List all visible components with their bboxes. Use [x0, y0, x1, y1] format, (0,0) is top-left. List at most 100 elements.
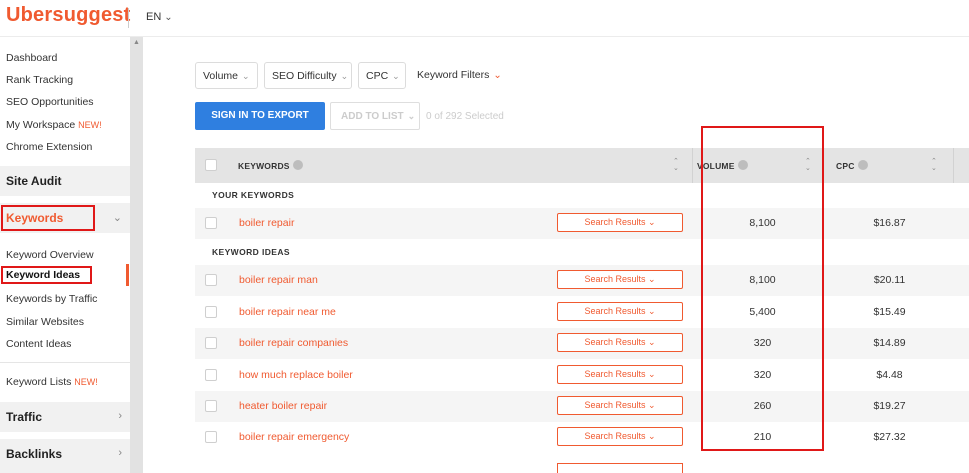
- chevron-down-icon: ⌄: [112, 212, 122, 224]
- keyword-link[interactable]: heater boiler repair: [239, 400, 327, 412]
- help-icon[interactable]: [292, 160, 303, 170]
- cpc-value: $19.27: [873, 400, 906, 412]
- cpc-value: $27.32: [873, 431, 906, 443]
- sort-keywords-icon[interactable]: ⌃ ⌄: [673, 158, 679, 172]
- chevron-down-icon: ⌄: [648, 400, 656, 410]
- sidebar-item-my-workspace[interactable]: My Workspace NEW!: [6, 119, 102, 131]
- divider: [0, 362, 130, 363]
- chevron-down-icon: ⌄: [242, 71, 250, 81]
- sidebar-item-seo-opportunities[interactable]: SEO Opportunities: [6, 96, 94, 108]
- search-results-button[interactable]: Search Results ⌄: [557, 396, 683, 415]
- row-checkbox[interactable]: [205, 337, 217, 349]
- row-checkbox[interactable]: [205, 274, 217, 286]
- sidebar-section-backlinks[interactable]: Backlinks ›: [0, 439, 130, 473]
- help-icon[interactable]: [857, 160, 868, 170]
- keyword-link[interactable]: boiler repair companies: [239, 337, 348, 349]
- search-results-button[interactable]: Search Results ⌄: [557, 427, 683, 446]
- search-results-label: Search Results: [584, 274, 646, 284]
- sidebar-item-dashboard[interactable]: Dashboard: [6, 52, 57, 64]
- chevron-down-icon: ⌄: [648, 274, 656, 284]
- sidebar-section-site-audit[interactable]: Site Audit: [0, 166, 130, 196]
- sign-in-to-export-button[interactable]: SIGN IN TO EXPORT: [195, 102, 325, 130]
- sidebar-section-traffic[interactable]: Traffic ›: [0, 402, 130, 432]
- column-label: KEYWORDS: [238, 161, 290, 171]
- add-to-list-button[interactable]: ADD TO LIST ⌄: [330, 102, 420, 130]
- row-checkbox[interactable]: [205, 431, 217, 443]
- keyword-link[interactable]: how much replace boiler: [239, 369, 353, 381]
- keyword-link[interactable]: boiler repair: [239, 217, 294, 229]
- highlight-keyword-ideas-box: [1, 266, 92, 284]
- sidebar-item-keyword-overview[interactable]: Keyword Overview: [6, 249, 94, 261]
- cpc-value: $20.11: [873, 274, 906, 286]
- logo[interactable]: Ubersuggest: [6, 4, 130, 27]
- sidebar-item-label: Dashboard: [6, 52, 58, 64]
- row-checkbox[interactable]: [205, 217, 217, 229]
- keywords-column-header[interactable]: KEYWORDS: [238, 160, 303, 171]
- table-row: heater boiler repair Search Results ⌄ 26…: [195, 391, 969, 422]
- table-row: boiler repair Search Results ⌄ 8,100 $16…: [195, 208, 969, 239]
- keyword-filters-dropdown[interactable]: Keyword Filters ⌄: [417, 69, 502, 81]
- sidebar-item-keywords-by-traffic[interactable]: Keywords by Traffic: [6, 293, 97, 305]
- language-label: EN: [146, 11, 162, 23]
- table-row: boiler repair man Search Results ⌄ 8,100…: [195, 265, 969, 296]
- section-label: Backlinks: [6, 447, 63, 461]
- search-results-label: Search Results: [584, 400, 646, 410]
- column-divider: [692, 148, 693, 183]
- search-results-label: Search Results: [584, 369, 646, 379]
- filter-label: CPC: [366, 70, 389, 82]
- group-label: YOUR KEYWORDS: [212, 190, 295, 200]
- cpc-value: $14.89: [873, 337, 906, 349]
- sidebar-item-label: Rank Tracking: [6, 74, 74, 86]
- row-checkbox[interactable]: [205, 369, 217, 381]
- table-header: KEYWORDS ⌃ ⌄ VOLUME ⌃ ⌄ CPC ⌃ ⌄: [195, 148, 969, 183]
- volume-filter[interactable]: Volume ⌄: [195, 62, 258, 89]
- row-checkbox[interactable]: [205, 306, 217, 318]
- keyword-link[interactable]: boiler repair emergency: [239, 431, 349, 443]
- table-row: boiler repair emergency Search Results ⌄…: [195, 422, 969, 453]
- cpc-filter[interactable]: CPC ⌄: [358, 62, 406, 89]
- table-row: how much replace boiler Search Results ⌄…: [195, 360, 969, 391]
- section-label: Site Audit: [6, 174, 62, 188]
- column-divider: [953, 148, 954, 183]
- keyword-link[interactable]: boiler repair near me: [239, 306, 336, 318]
- sidebar-item-label: SEO Opportunities: [6, 96, 94, 108]
- search-results-label: Search Results: [584, 337, 646, 347]
- search-results-label: Search Results: [584, 431, 646, 441]
- search-results-button-partial[interactable]: [557, 463, 683, 473]
- section-label: Traffic: [6, 410, 43, 424]
- add-to-list-label: ADD TO LIST: [341, 111, 404, 122]
- chevron-down-icon: ⌄: [340, 71, 349, 81]
- chevron-down-icon: ⌄: [392, 71, 400, 81]
- sort-cpc-icon[interactable]: ⌃ ⌄: [931, 158, 937, 172]
- search-results-button[interactable]: Search Results ⌄: [557, 365, 683, 384]
- search-results-button[interactable]: Search Results ⌄: [557, 333, 683, 352]
- sidebar-item-keyword-lists[interactable]: Keyword Lists NEW!: [6, 376, 98, 388]
- chevron-down-icon: ⌄: [648, 337, 656, 347]
- sidebar-item-label: Keywords by Traffic: [6, 293, 98, 305]
- selected-count: 0 of 292 Selected: [426, 111, 504, 122]
- search-results-button[interactable]: Search Results ⌄: [557, 213, 683, 232]
- search-results-button[interactable]: Search Results ⌄: [557, 302, 683, 321]
- select-all-checkbox[interactable]: [205, 159, 217, 171]
- chevron-down-icon: ⌄: [164, 12, 173, 23]
- filter-label: Keyword Filters: [417, 69, 490, 81]
- keyword-link[interactable]: boiler repair man: [239, 274, 318, 286]
- chevron-down-icon: ⌄: [493, 70, 502, 81]
- divider: [128, 8, 129, 28]
- language-selector[interactable]: EN ⌄: [146, 11, 173, 23]
- cpc-column-header[interactable]: CPC: [836, 160, 868, 171]
- search-results-label: Search Results: [584, 217, 646, 227]
- chevron-down-icon: ⌄: [648, 431, 656, 441]
- sidebar-item-chrome-extension[interactable]: Chrome Extension: [6, 141, 92, 153]
- your-keywords-group: YOUR KEYWORDS: [195, 184, 969, 206]
- search-results-button[interactable]: Search Results ⌄: [557, 270, 683, 289]
- sidebar-item-similar-websites[interactable]: Similar Websites: [6, 316, 84, 328]
- row-checkbox[interactable]: [205, 400, 217, 412]
- sidebar-scrollbar[interactable]: ▲: [130, 37, 143, 473]
- chevron-right-icon: ›: [118, 410, 122, 422]
- sidebar-item-content-ideas[interactable]: Content Ideas: [6, 338, 71, 350]
- sidebar-item-label: Content Ideas: [6, 338, 72, 350]
- seo-difficulty-filter[interactable]: SEO Difficulty ⌄: [264, 62, 352, 89]
- sidebar-item-rank-tracking[interactable]: Rank Tracking: [6, 74, 73, 86]
- scroll-up-icon[interactable]: ▲: [133, 39, 140, 46]
